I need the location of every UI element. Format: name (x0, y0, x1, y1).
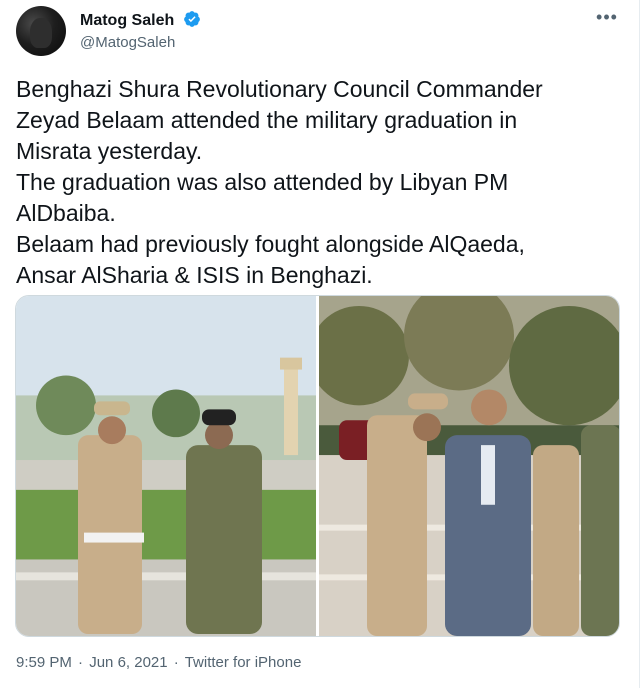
photo-icon (16, 296, 316, 636)
separator: · (173, 654, 179, 671)
photo-1[interactable] (16, 296, 316, 636)
tweet-meta: 9:59 PM · Jun 6, 2021 · Twitter for iPho… (16, 654, 301, 671)
verified-badge-icon (183, 11, 200, 27)
handle[interactable]: @MatogSaleh (80, 33, 201, 53)
tweet-source[interactable]: Twitter for iPhone (185, 654, 302, 671)
display-name[interactable]: Matog Saleh (80, 11, 174, 31)
photo-2[interactable] (319, 296, 619, 636)
tweet-date[interactable]: Jun 6, 2021 (89, 654, 167, 671)
tweet-time[interactable]: 9:59 PM (16, 654, 72, 671)
tweet-header: Matog Saleh @MatogSaleh ••• (16, 6, 623, 60)
separator: · (78, 654, 84, 671)
tweet-text: Benghazi Shura Revolutionary Council Com… (16, 76, 543, 288)
author-names: Matog Saleh @MatogSaleh (80, 10, 201, 53)
photo-icon (319, 296, 619, 636)
media-grid (15, 295, 620, 637)
tweet-card: Matog Saleh @MatogSaleh ••• Benghazi Shu… (0, 0, 640, 688)
avatar[interactable] (16, 6, 66, 56)
more-horizontal-icon[interactable]: ••• (595, 8, 619, 30)
avatar-figure (30, 18, 52, 48)
